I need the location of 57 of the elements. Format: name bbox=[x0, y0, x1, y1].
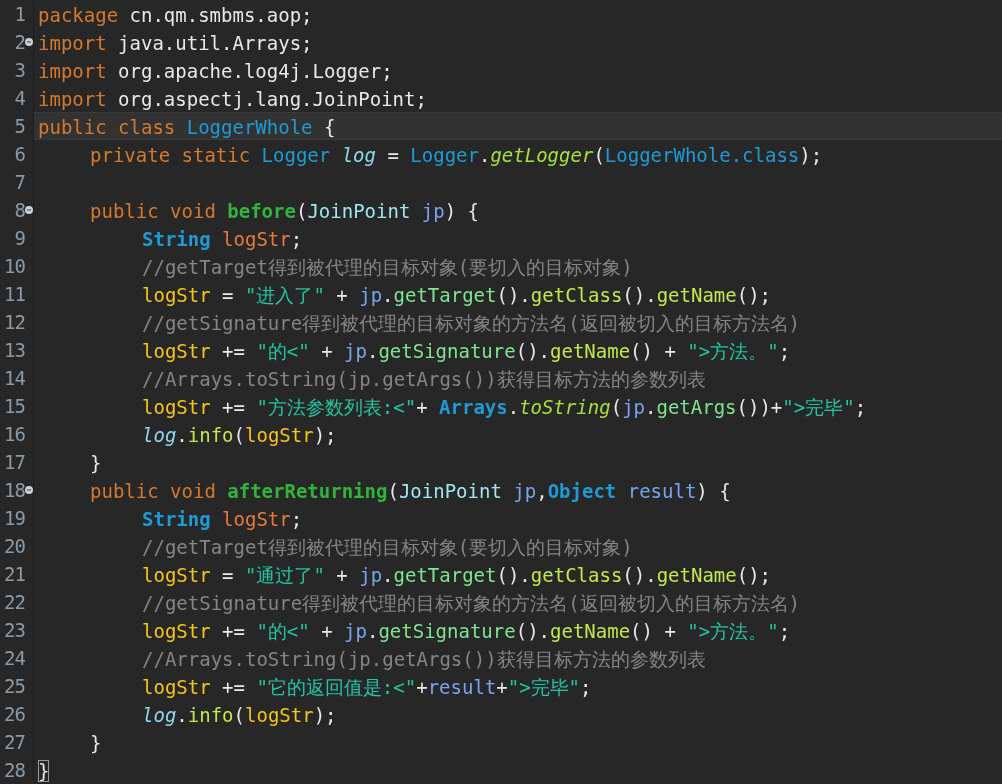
code-line: String logStr; bbox=[141, 507, 304, 532]
line-number: 18 bbox=[3, 479, 25, 501]
line-number: 23 bbox=[3, 619, 25, 641]
line-number: 11 bbox=[3, 283, 25, 305]
code-line: //getSignature得到被代理的目标对象的方法名(返回被切入的目标方法名) bbox=[141, 591, 802, 616]
line-number: 22 bbox=[3, 591, 25, 613]
line-number: 27 bbox=[3, 731, 25, 753]
line-number: 12 bbox=[3, 311, 25, 333]
code-line: logStr += "的<" + jp.getSignature().getName() + ">方法。"; bbox=[141, 339, 792, 364]
code-line: package cn.qm.smbms.aop; bbox=[37, 3, 314, 28]
line-number: 24 bbox=[3, 647, 25, 669]
code-line: import org.apache.log4j.Logger; bbox=[37, 59, 394, 84]
line-number: 8 bbox=[13, 199, 25, 221]
line-number: 21 bbox=[3, 563, 25, 585]
line-number: 13 bbox=[3, 339, 25, 361]
line-number: 15 bbox=[3, 395, 25, 417]
line-number: 2 bbox=[13, 31, 25, 53]
line-number: 5 bbox=[13, 115, 25, 137]
code-line: logStr = "进入了" + jp.getTarget().getClass().getName(); bbox=[141, 283, 773, 308]
fold-toggle-icon[interactable] bbox=[25, 486, 33, 494]
line-number: 3 bbox=[13, 59, 25, 81]
line-number: 9 bbox=[13, 227, 25, 249]
code-line: public void afterReturning(JoinPoint jp,Object result) { bbox=[89, 479, 732, 504]
code-line: import org.aspectj.lang.JoinPoint; bbox=[37, 87, 428, 112]
code-line: //getTarget得到被代理的目标对象(要切入的目标对象) bbox=[141, 535, 634, 560]
line-number: 10 bbox=[3, 255, 25, 277]
line-number: 19 bbox=[3, 507, 25, 529]
line-number: 1 bbox=[13, 3, 25, 25]
code-line: log.info(logStr); bbox=[141, 703, 338, 728]
code-line: logStr += "它的返回值是:<"+result+">完毕"; bbox=[141, 675, 593, 700]
line-number: 4 bbox=[13, 87, 25, 109]
line-number: 14 bbox=[3, 367, 25, 389]
code-line: } bbox=[37, 759, 51, 784]
code-line: } bbox=[89, 731, 103, 756]
line-number: 25 bbox=[3, 675, 25, 697]
fold-toggle-icon[interactable] bbox=[25, 38, 33, 46]
code-line: private static Logger log = Logger.getLogger(LoggerWhole.class); bbox=[89, 143, 824, 168]
line-number: 26 bbox=[3, 703, 25, 725]
code-line: String logStr; bbox=[141, 227, 304, 252]
line-number: 20 bbox=[3, 535, 25, 557]
line-number: 17 bbox=[3, 451, 25, 473]
code-line: public void before(JoinPoint jp) { bbox=[89, 199, 480, 224]
code-line: //getTarget得到被代理的目标对象(要切入的目标对象) bbox=[141, 255, 634, 280]
code-line: logStr += "的<" + jp.getSignature().getName() + ">方法。"; bbox=[141, 619, 792, 644]
fold-toggle-icon[interactable] bbox=[25, 206, 33, 214]
code-line: logStr = "通过了" + jp.getTarget().getClass().getName(); bbox=[141, 563, 773, 588]
code-line: //Arrays.toString(jp.getArgs())获得目标方法的参数列表 bbox=[141, 647, 707, 672]
line-number: 28 bbox=[3, 759, 25, 781]
code-line: import java.util.Arrays; bbox=[37, 31, 314, 56]
code-line: logStr += "方法参数列表:<"+ Arrays.toString(jp.getArgs())+">完毕"; bbox=[141, 395, 868, 420]
line-number: 6 bbox=[13, 143, 25, 165]
line-number: 7 bbox=[13, 171, 25, 193]
code-line: } bbox=[89, 451, 103, 476]
code-line: //Arrays.toString(jp.getArgs())获得目标方法的参数列表 bbox=[141, 367, 707, 392]
code-line: //getSignature得到被代理的目标对象的方法名(返回被切入的目标方法名) bbox=[141, 311, 802, 336]
code-line: log.info(logStr); bbox=[141, 423, 338, 448]
line-number: 16 bbox=[3, 423, 25, 445]
